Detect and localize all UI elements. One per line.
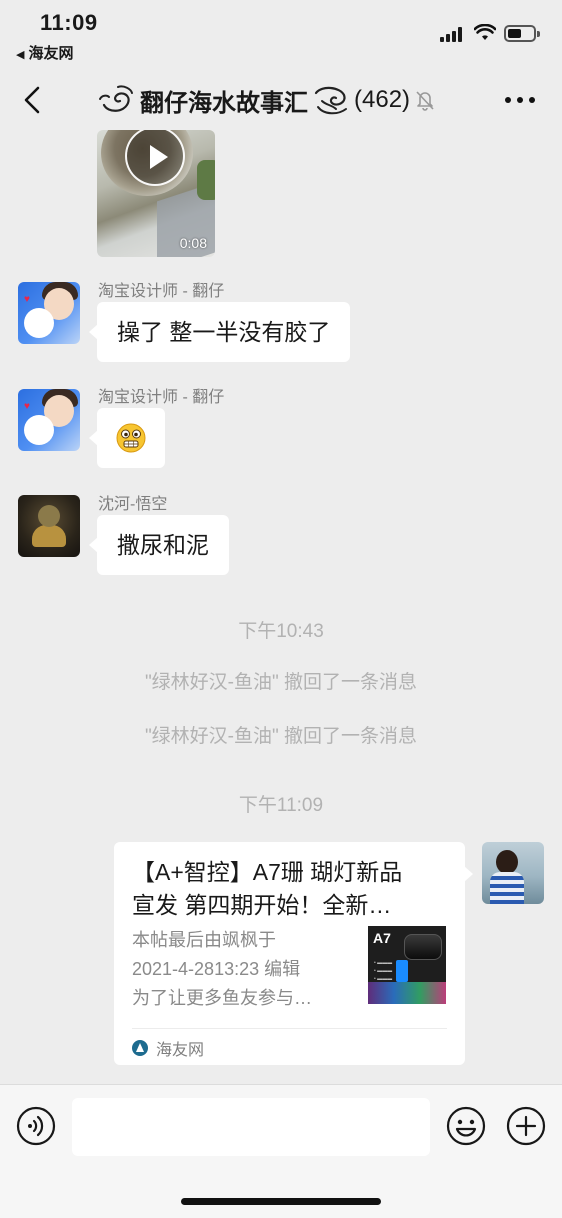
swirl-right-icon xyxy=(314,86,347,115)
recall-notice: "绿林好汉-鱼油" 撤回了一条消息 xyxy=(144,726,418,747)
back-to-app-link[interactable]: ◀ 海友网 xyxy=(16,42,73,63)
timestamp: 下午10:43 xyxy=(238,621,324,642)
avatar[interactable]: ♥ xyxy=(18,282,80,344)
emoji-message-bubble[interactable] xyxy=(89,408,165,468)
message-bubble[interactable]: 撒尿和泥 xyxy=(89,515,229,575)
message-input[interactable] xyxy=(72,1098,430,1156)
link-card-source: 海友网 xyxy=(132,1036,204,1060)
more-functions-plus-icon[interactable] xyxy=(506,1106,546,1146)
my-avatar[interactable] xyxy=(482,842,544,904)
link-card-thumbnail: A7 • ▬▬▬ • ▬▬▬ • ▬▬▬ xyxy=(368,926,446,1004)
video-duration: 0:08 xyxy=(179,235,207,251)
emoji-picker-icon[interactable] xyxy=(446,1106,486,1146)
avatar[interactable]: ♥ xyxy=(18,389,80,451)
voice-input-icon[interactable] xyxy=(16,1106,56,1146)
back-app-label: 海友网 xyxy=(28,45,74,62)
swirl-left-icon xyxy=(99,85,133,112)
more-options-icon[interactable] xyxy=(500,90,540,110)
mute-bell-icon xyxy=(416,91,434,111)
link-card-message[interactable]: 【A+智控】A7珊 瑚灯新品 宣发 第四期开始！全新… 本帖最后由飒枫于 202… xyxy=(114,842,473,1065)
link-card-description: 本帖最后由飒枫于 2021-4-2813:23 编辑 为了让更多鱼友参与… xyxy=(132,930,312,1008)
status-time: 11:09 xyxy=(40,10,98,35)
back-triangle-icon: ◀ xyxy=(16,49,25,61)
sender-name: 沈河-悟空 xyxy=(98,496,168,513)
timestamp: 下午11:09 xyxy=(238,795,324,816)
chat-header: 翻仔海水故事汇 (462) xyxy=(0,70,562,130)
video-message-thumbnail[interactable]: 0:08 xyxy=(97,130,215,257)
link-card-title: 【A+智控】A7珊 瑚灯新品 宣发 第四期开始！全新… xyxy=(132,859,403,918)
source-name: 海友网 xyxy=(156,1042,205,1059)
sender-name: 淘宝设计师 - 翻仔 xyxy=(98,283,225,300)
wifi-icon xyxy=(474,24,496,40)
avatar[interactable] xyxy=(18,495,80,557)
home-indicator[interactable] xyxy=(181,1198,381,1205)
cellular-signal-icon xyxy=(440,26,466,42)
sender-name: 淘宝设计师 - 翻仔 xyxy=(98,389,225,406)
grimace-emoji-icon xyxy=(116,423,146,453)
recall-notice: "绿林好汉-鱼油" 撤回了一条消息 xyxy=(144,672,418,693)
source-logo-icon xyxy=(132,1040,148,1056)
chat-title[interactable]: 翻仔海水故事汇 (462) xyxy=(94,82,436,118)
divider xyxy=(132,1028,447,1029)
back-chevron-icon[interactable] xyxy=(18,84,48,116)
battery-icon xyxy=(504,25,540,42)
status-bar: 11:09 ◀ 海友网 xyxy=(0,0,562,70)
group-name: 翻仔海水故事汇 xyxy=(140,89,308,117)
member-count: (462) xyxy=(354,86,411,113)
message-bubble[interactable]: 操了 整一半没有胶了 xyxy=(88,302,351,362)
